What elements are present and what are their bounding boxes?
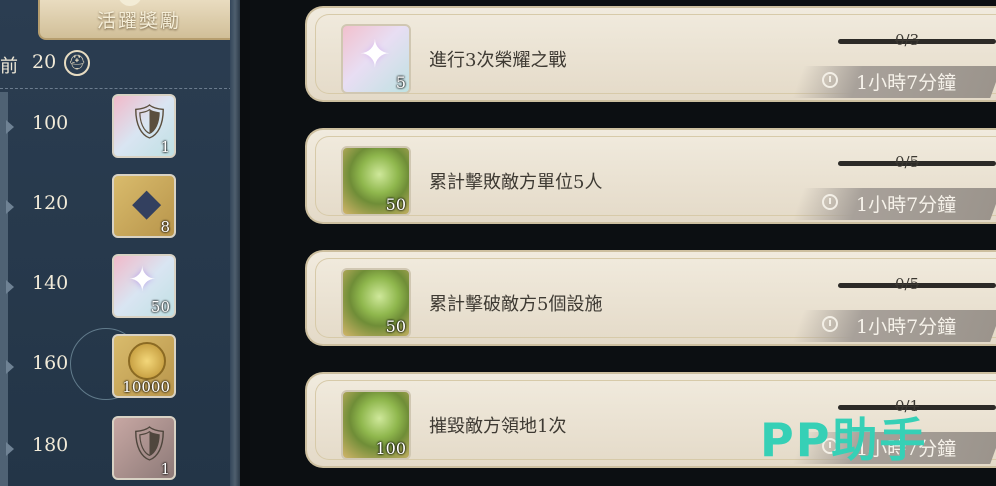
activity-reward-panel: 活躍獎勵 前 20 ⛑ 100 🛡 1 120 ◆ 8 140 ✦ 50 160 (0, 0, 240, 486)
milestone-160: 160 10000 (0, 332, 232, 402)
shield-sword-icon: 🛡 (128, 102, 172, 142)
milestone-points: 100 (32, 112, 69, 134)
milestone-180: 180 🛡 1 (0, 414, 232, 484)
task-description: 累計擊破敵方5個設施 (429, 294, 603, 315)
reward-slot[interactable]: ◆ 8 (112, 174, 176, 238)
milestone-marker (6, 280, 14, 294)
reward-qty: 1 (160, 138, 170, 156)
milestone-marker (6, 360, 14, 374)
green-orb-icon: 50 (341, 268, 411, 338)
shield-icon: 🛡 (128, 424, 172, 464)
milestone-120: 120 ◆ 8 (0, 172, 232, 242)
task-time-remaining: 1小時7分鐘 (856, 72, 957, 94)
task-card[interactable]: 5 進行3次榮耀之戰 0/3 1小時7分鐘 (305, 6, 996, 102)
current-points-label: 前 (0, 56, 18, 77)
milestone-points: 180 (32, 434, 69, 456)
reward-qty: 50 (150, 298, 170, 316)
green-orb-icon: 50 (341, 146, 411, 216)
task-reward-qty: 50 (385, 317, 406, 336)
reward-qty: 8 (160, 218, 170, 236)
task-progress: 0/5 (895, 153, 920, 171)
milestone-marker (6, 442, 14, 456)
milestone-marker (6, 200, 14, 214)
watermark: PP助手 (760, 413, 928, 467)
milestone-marker (6, 120, 14, 134)
panel-title: 活躍獎勵 (38, 0, 240, 40)
gold-coin-icon (128, 342, 166, 380)
milestone-100: 100 🛡 1 (0, 92, 232, 162)
task-reward-qty: 100 (375, 439, 406, 458)
clock-icon (822, 316, 838, 332)
helmet-icon: ⛑ (64, 50, 90, 76)
milestone-points: 160 (32, 352, 69, 374)
divider (0, 88, 232, 89)
clock-icon (822, 72, 838, 88)
task-card[interactable]: 50 累計擊敗敵方單位5人 0/5 1小時7分鐘 (305, 128, 996, 224)
current-points-value: 20 (32, 51, 57, 73)
reward-slot[interactable]: 🛡 1 (112, 416, 176, 480)
task-reward-qty: 5 (395, 73, 406, 92)
task-progress: 0/3 (895, 31, 920, 49)
green-orb-icon: 100 (341, 390, 411, 460)
task-description: 進行3次榮耀之戰 (429, 50, 567, 71)
milestone-points: 120 (32, 192, 69, 214)
milestone-140: 140 ✦ 50 (0, 252, 232, 322)
star-gem-icon: 5 (341, 24, 411, 94)
clock-icon (822, 194, 838, 210)
reward-slot[interactable]: ✦ 50 (112, 254, 176, 318)
blue-crystal-icon: ◆ (132, 180, 162, 224)
reward-slot[interactable]: 10000 (112, 334, 176, 398)
reward-qty: 10000 (122, 378, 170, 396)
task-time-remaining: 1小時7分鐘 (856, 316, 957, 338)
star-gem-icon: ✦ (128, 260, 157, 300)
current-points-row: 前 20 ⛑ (0, 45, 232, 83)
reward-slot[interactable]: 🛡 1 (112, 94, 176, 158)
reward-qty: 1 (160, 460, 170, 478)
task-description: 摧毀敵方領地1次 (429, 416, 567, 437)
task-progress: 0/5 (895, 275, 920, 293)
task-reward-qty: 50 (385, 195, 406, 214)
task-description: 累計擊敗敵方單位5人 (429, 172, 603, 193)
milestone-points: 140 (32, 272, 69, 294)
task-card[interactable]: 50 累計擊破敵方5個設施 0/5 1小時7分鐘 (305, 250, 996, 346)
task-time-remaining: 1小時7分鐘 (856, 194, 957, 216)
